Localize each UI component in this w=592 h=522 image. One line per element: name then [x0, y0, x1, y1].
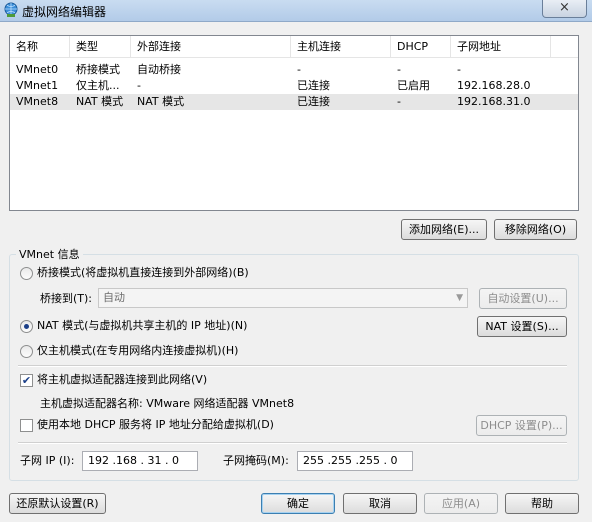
bridged-mode-label[interactable]: 桥接模式(将虚拟机直接连接到外部网络)(B) — [37, 266, 249, 280]
cell-dhcp: 已启用 — [397, 79, 430, 92]
cell-type: 桥接模式 — [76, 63, 120, 76]
cell-name: VMnet8 — [16, 95, 59, 108]
cell-dhcp: - — [397, 95, 401, 108]
connect-adapter-label[interactable]: 将主机虚拟适配器连接到此网络(V) — [37, 373, 207, 387]
column-header-subnet[interactable]: 子网地址 — [451, 36, 551, 58]
host-only-radio[interactable] — [20, 345, 33, 358]
nat-mode-radio[interactable] — [20, 320, 33, 333]
cell-external: - — [137, 79, 141, 92]
network-list-header: 名称 类型 外部连接 主机连接 DHCP 子网地址 — [10, 36, 578, 58]
cancel-button[interactable]: 取消 — [343, 493, 417, 514]
help-button[interactable]: 帮助 — [505, 493, 579, 514]
bridge-to-value: 自动 — [103, 291, 125, 304]
cell-name: VMnet0 — [16, 63, 59, 76]
cell-type: NAT 模式 — [76, 95, 124, 108]
cell-type: 仅主机... — [76, 79, 120, 92]
chevron-down-icon: ▼ — [456, 293, 463, 303]
network-globe-icon — [4, 2, 18, 17]
cell-subnet: 192.168.31.0 — [457, 95, 531, 108]
cell-host: - — [297, 63, 301, 76]
remove-network-button[interactable]: 移除网络(O) — [494, 219, 577, 240]
connect-adapter-checkbox[interactable]: ✔ — [20, 374, 33, 387]
vmnet-info-title: VMnet 信息 — [16, 246, 83, 262]
close-icon: × — [559, 0, 570, 15]
subnet-mask-field[interactable]: 255 .255 .255 . 0 — [297, 451, 413, 471]
add-network-button[interactable]: 添加网络(E)... — [401, 219, 487, 240]
nat-mode-label[interactable]: NAT 模式(与虚拟机共享主机的 IP 地址)(N) — [37, 319, 247, 333]
use-dhcp-label[interactable]: 使用本地 DHCP 服务将 IP 地址分配给虚拟机(D) — [37, 418, 274, 432]
cell-subnet: - — [457, 63, 461, 76]
divider — [18, 442, 567, 444]
bridge-to-label: 桥接到(T): — [40, 292, 93, 305]
ok-button[interactable]: 确定 — [261, 493, 335, 514]
host-only-label[interactable]: 仅主机模式(在专用网络内连接虚拟机)(H) — [37, 344, 238, 358]
adapter-name-text: 主机虚拟适配器名称: VMware 网络适配器 VMnet8 — [40, 397, 295, 410]
bridge-to-select[interactable]: 自动 ▼ — [98, 288, 468, 308]
cell-host: 已连接 — [297, 95, 330, 108]
bridged-mode-radio[interactable] — [20, 267, 33, 280]
cell-name: VMnet1 — [16, 79, 59, 92]
column-header-dhcp[interactable]: DHCP — [391, 36, 451, 58]
apply-button[interactable]: 应用(A) — [424, 493, 498, 514]
restore-defaults-button[interactable]: 还原默认设置(R) — [9, 493, 106, 514]
cell-subnet: 192.168.28.0 — [457, 79, 531, 92]
auto-settings-button[interactable]: 自动设置(U)... — [479, 288, 567, 309]
cell-dhcp: - — [397, 63, 401, 76]
column-header-host[interactable]: 主机连接 — [291, 36, 391, 58]
close-button[interactable]: × — [542, 0, 587, 18]
divider — [18, 365, 567, 367]
table-row[interactable]: VMnet1 仅主机... - 已连接 已启用 192.168.28.0 — [10, 78, 578, 94]
network-list[interactable]: 名称 类型 外部连接 主机连接 DHCP 子网地址 VMnet0 桥接模式 自动… — [9, 35, 579, 211]
dhcp-settings-button[interactable]: DHCP 设置(P)... — [476, 415, 567, 436]
column-header-external[interactable]: 外部连接 — [131, 36, 291, 58]
cell-external: 自动桥接 — [137, 63, 181, 76]
window-title: 虚拟网络编辑器 — [22, 5, 107, 19]
subnet-ip-label: 子网 IP (I): — [20, 454, 75, 467]
cell-external: NAT 模式 — [137, 95, 185, 108]
subnet-ip-field[interactable]: 192 .168 . 31 . 0 — [82, 451, 198, 471]
use-dhcp-checkbox[interactable] — [20, 419, 33, 432]
table-row[interactable]: VMnet0 桥接模式 自动桥接 - - - — [10, 62, 578, 78]
nat-settings-button[interactable]: NAT 设置(S)... — [477, 316, 567, 337]
subnet-mask-label: 子网掩码(M): — [223, 454, 289, 467]
column-header-type[interactable]: 类型 — [70, 36, 131, 58]
cell-host: 已连接 — [297, 79, 330, 92]
table-row-selected[interactable]: VMnet8 NAT 模式 NAT 模式 已连接 - 192.168.31.0 — [10, 94, 578, 110]
column-header-name[interactable]: 名称 — [10, 36, 70, 58]
